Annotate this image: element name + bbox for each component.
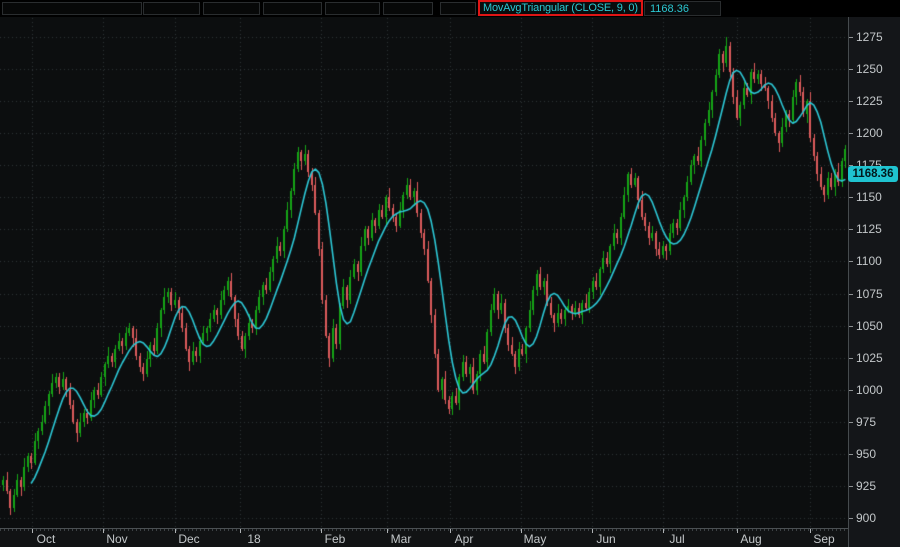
- month-label: Jun: [596, 532, 615, 546]
- price-tick-label: 1000: [856, 383, 883, 397]
- collapsed-study-chip[interactable]: [263, 2, 322, 15]
- price-tick-label: 975: [856, 415, 876, 429]
- price-tick: [849, 454, 853, 455]
- price-tick-label: 1100: [856, 254, 882, 268]
- collapsed-study-chip[interactable]: [440, 2, 476, 15]
- price-tick-label: 1075: [856, 287, 883, 301]
- month-tick: [521, 529, 522, 533]
- month-label: Feb: [325, 532, 346, 546]
- price-tick: [849, 133, 853, 134]
- month-label: Aug: [740, 532, 761, 546]
- month-tick: [387, 529, 388, 533]
- candlestick-chart-canvas[interactable]: [0, 0, 848, 547]
- price-tick-label: 1125: [856, 222, 882, 236]
- month-tick: [321, 529, 322, 533]
- price-tick: [849, 422, 853, 423]
- price-tick-label: 900: [856, 511, 876, 525]
- price-axis[interactable]: 1275125012251200117511501125110010751050…: [848, 0, 900, 547]
- month-tick: [240, 529, 241, 533]
- price-tick-label: 1050: [856, 319, 883, 333]
- collapsed-study-chip[interactable]: [2, 2, 142, 15]
- month-tick: [810, 529, 811, 533]
- month-label: Oct: [37, 532, 56, 546]
- study-value-readout: 1168.36: [644, 1, 721, 16]
- chart-header-bar: MovAvgTriangular (CLOSE, 9, 0) 1168.36: [0, 0, 900, 17]
- study-label-movavgtriangular[interactable]: MovAvgTriangular (CLOSE, 9, 0): [478, 0, 643, 16]
- price-tick: [849, 101, 853, 102]
- last-price-bubble: 1168.36: [848, 166, 898, 182]
- month-tick: [450, 529, 451, 533]
- price-tick: [849, 197, 853, 198]
- month-tick: [32, 529, 33, 533]
- month-label: May: [524, 532, 547, 546]
- month-tick: [592, 529, 593, 533]
- price-tick: [849, 518, 853, 519]
- price-tick: [849, 261, 853, 262]
- price-tick-label: 1025: [856, 351, 883, 365]
- price-tick: [849, 486, 853, 487]
- price-tick: [849, 326, 853, 327]
- price-tick-label: 1200: [856, 126, 883, 140]
- price-tick-label: 950: [856, 447, 876, 461]
- price-tick: [849, 390, 853, 391]
- price-tick: [849, 37, 853, 38]
- price-tick-label: 925: [856, 479, 876, 493]
- collapsed-study-chip[interactable]: [383, 2, 433, 15]
- price-tick-label: 1150: [856, 190, 882, 204]
- price-tick-label: 1225: [856, 94, 883, 108]
- axis-corner-box: [848, 0, 900, 16]
- month-label: Apr: [455, 532, 474, 546]
- month-tick: [175, 529, 176, 533]
- month-label: Nov: [106, 532, 127, 546]
- minor-tick-strip: [0, 529, 848, 531]
- price-tick-label: 1275: [856, 30, 883, 44]
- month-tick: [737, 529, 738, 533]
- month-label: 18: [247, 532, 260, 546]
- chart-window: MovAvgTriangular (CLOSE, 9, 0) 1168.36 1…: [0, 0, 900, 547]
- collapsed-study-chip[interactable]: [325, 2, 380, 15]
- month-label: Dec: [178, 532, 199, 546]
- price-tick: [849, 229, 853, 230]
- time-axis[interactable]: Oct Nov Dec 18 Feb Mar Apr May Jun Jul Aug Sep: [0, 528, 848, 547]
- price-tick: [849, 294, 853, 295]
- collapsed-study-chip[interactable]: [143, 2, 200, 15]
- month-label: Mar: [391, 532, 412, 546]
- price-tick: [849, 69, 853, 70]
- collapsed-study-chip[interactable]: [203, 2, 260, 15]
- month-label: Sep: [813, 532, 834, 546]
- price-tick: [849, 358, 853, 359]
- month-label: Jul: [669, 532, 684, 546]
- month-tick: [663, 529, 664, 533]
- month-tick: [103, 529, 104, 533]
- price-tick-label: 1250: [856, 62, 883, 76]
